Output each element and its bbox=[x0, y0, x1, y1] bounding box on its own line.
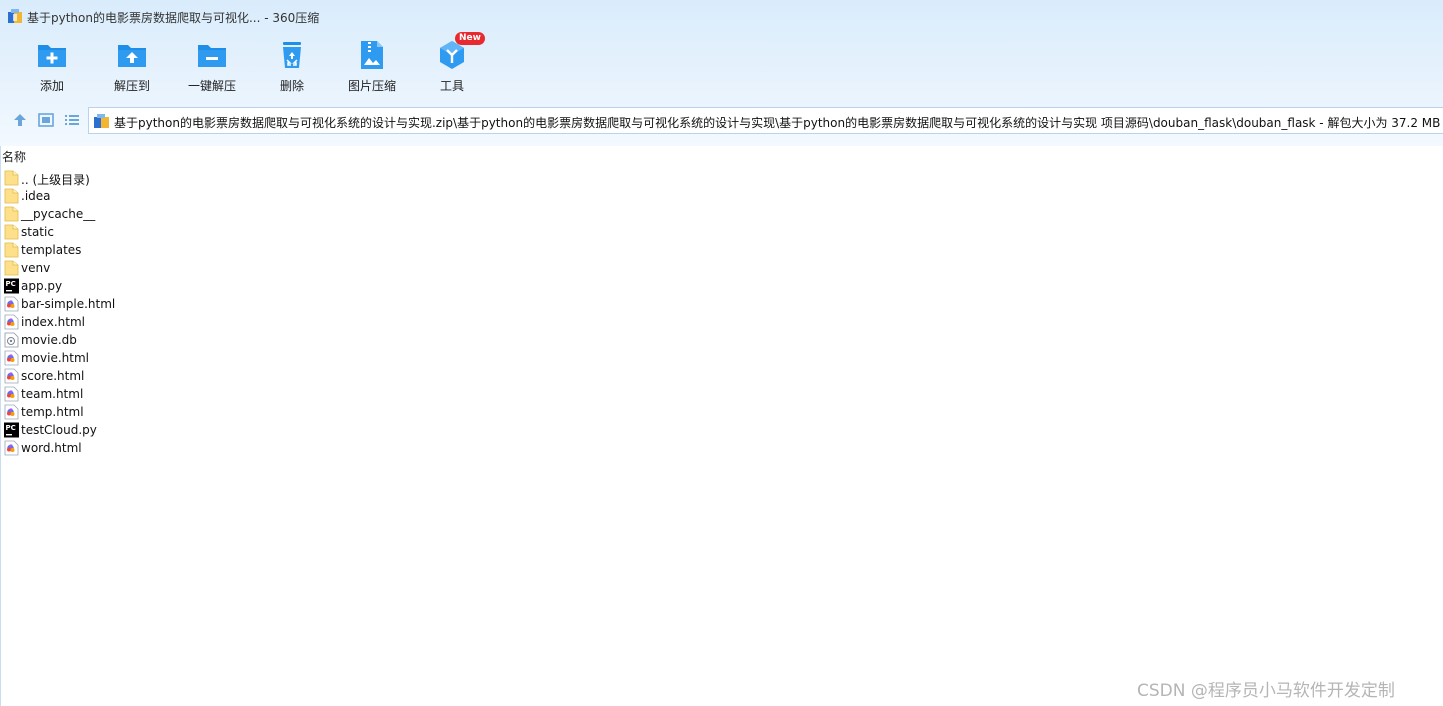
html-file-icon bbox=[4, 440, 19, 456]
folder-row[interactable]: venv bbox=[0, 259, 300, 277]
delete-button[interactable]: 删除 bbox=[252, 34, 332, 98]
file-name: static bbox=[21, 225, 54, 239]
recycle-delete-icon bbox=[283, 42, 301, 68]
html-file-icon bbox=[4, 314, 19, 330]
file-name: templates bbox=[21, 243, 82, 257]
folder-icon bbox=[4, 224, 19, 240]
folder-row[interactable]: __pycache__ bbox=[0, 205, 300, 223]
folder-icon bbox=[4, 206, 19, 222]
file-name: movie.db bbox=[21, 333, 77, 347]
file-row[interactable]: movie.html bbox=[0, 349, 300, 367]
tools-label: 工具 bbox=[439, 79, 464, 93]
svg-text:PC: PC bbox=[6, 424, 16, 432]
add-folder-icon bbox=[38, 45, 66, 67]
folder-icon bbox=[4, 242, 19, 258]
file-name: testCloud.py bbox=[21, 423, 97, 437]
pycharm-file-icon: PC bbox=[4, 422, 19, 438]
delete-label: 删除 bbox=[279, 79, 304, 93]
file-name: score.html bbox=[21, 369, 85, 383]
file-name: movie.html bbox=[21, 351, 89, 365]
file-name: index.html bbox=[21, 315, 85, 329]
thumbnail-view-icon[interactable] bbox=[37, 111, 55, 129]
svg-text:PC: PC bbox=[6, 280, 16, 288]
file-name: venv bbox=[21, 261, 51, 275]
folder-icon bbox=[4, 170, 19, 186]
extract-to-icon bbox=[118, 45, 146, 67]
file-row[interactable]: movie.db bbox=[0, 331, 300, 349]
file-name: app.py bbox=[21, 279, 63, 293]
add-button[interactable]: 添加 bbox=[12, 34, 92, 98]
window-title: 基于python的电影票房数据爬取与可视化... - 360压缩 bbox=[27, 11, 320, 25]
database-file-icon bbox=[4, 332, 19, 348]
toolbar: 添加 解压到 一键解压 删除 图片压缩 New 工具 bbox=[0, 32, 1443, 98]
archive-icon bbox=[94, 114, 109, 128]
image-compress-label: 图片压缩 bbox=[347, 79, 396, 93]
file-name: temp.html bbox=[21, 405, 84, 419]
image-compress-button[interactable]: 图片压缩 bbox=[332, 34, 412, 98]
navigation-row: 基于python的电影票房数据爬取与可视化系统的设计与实现.zip\基于pyth… bbox=[0, 106, 1443, 134]
file-row[interactable]: PC testCloud.py bbox=[0, 421, 300, 439]
folder-row[interactable]: .idea bbox=[0, 187, 300, 205]
file-row[interactable]: index.html bbox=[0, 313, 300, 331]
folder-icon bbox=[4, 188, 19, 204]
archive-path: 基于python的电影票房数据爬取与可视化系统的设计与实现.zip\基于pyth… bbox=[114, 116, 1441, 130]
one-click-extract-button[interactable]: 一键解压 bbox=[172, 34, 252, 98]
top-chrome: 基于python的电影票房数据爬取与可视化... - 360压缩 添加 解压到 bbox=[0, 0, 1443, 146]
file-row[interactable]: bar-simple.html bbox=[0, 295, 300, 313]
app-logo-icon bbox=[8, 9, 22, 23]
html-file-icon bbox=[4, 386, 19, 402]
file-row[interactable]: PC app.py bbox=[0, 277, 300, 295]
up-arrow-icon[interactable] bbox=[11, 111, 29, 129]
file-name: __pycache__ bbox=[21, 207, 96, 221]
folder-row[interactable]: templates bbox=[0, 241, 300, 259]
file-name: team.html bbox=[21, 387, 84, 401]
pycharm-file-icon: PC bbox=[4, 278, 19, 294]
html-file-icon bbox=[4, 368, 19, 384]
address-bar[interactable]: 基于python的电影票房数据爬取与可视化系统的设计与实现.zip\基于pyth… bbox=[88, 107, 1443, 134]
title-bar: 基于python的电影票房数据爬取与可视化... - 360压缩 bbox=[0, 0, 1443, 32]
add-label: 添加 bbox=[39, 79, 64, 93]
file-name: bar-simple.html bbox=[21, 297, 116, 311]
extract-to-label: 解压到 bbox=[113, 79, 150, 93]
file-row[interactable]: temp.html bbox=[0, 403, 300, 421]
file-row[interactable]: word.html bbox=[0, 439, 300, 457]
tools-button[interactable]: New 工具 bbox=[412, 32, 492, 98]
file-row[interactable]: team.html bbox=[0, 385, 300, 403]
folder-row[interactable]: static bbox=[0, 223, 300, 241]
folder-row[interactable]: .. (上级目录) bbox=[0, 169, 300, 187]
file-name: .idea bbox=[21, 189, 51, 203]
one-click-extract-icon bbox=[198, 45, 226, 67]
extract-to-button[interactable]: 解压到 bbox=[92, 34, 172, 98]
html-file-icon bbox=[4, 296, 19, 312]
list-view-icon[interactable] bbox=[63, 111, 81, 129]
file-name: word.html bbox=[21, 441, 82, 455]
new-badge: New bbox=[455, 32, 485, 45]
file-row[interactable]: score.html bbox=[0, 367, 300, 385]
file-name: .. (上级目录) bbox=[21, 173, 90, 187]
column-header-name[interactable]: 名称 bbox=[2, 148, 26, 165]
image-compress-icon bbox=[361, 41, 383, 69]
folder-icon bbox=[4, 260, 19, 276]
html-file-icon bbox=[4, 350, 19, 366]
one-click-extract-label: 一键解压 bbox=[187, 79, 236, 93]
watermark: CSDN @程序员小马软件开发定制 bbox=[1137, 681, 1395, 701]
html-file-icon bbox=[4, 404, 19, 420]
